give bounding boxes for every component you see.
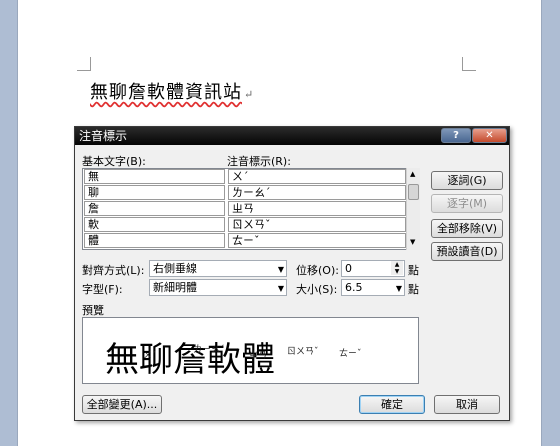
- character-button[interactable]: 逐字(M): [431, 194, 503, 213]
- base-text-field[interactable]: 詹: [84, 201, 225, 216]
- base-text-field[interactable]: 聊: [84, 185, 225, 200]
- phonetic-field[interactable]: ㄓㄢ: [228, 201, 406, 216]
- close-icon: ✕: [485, 130, 494, 141]
- phonetic-field[interactable]: ㄌㄧㄠˊ: [228, 185, 406, 200]
- table-row: 詹 ㄓㄢ: [83, 201, 409, 217]
- dialog-titlebar[interactable]: 注音標示 ? ✕: [75, 127, 509, 145]
- preview-phonetic: ㄨˊ: [143, 351, 157, 361]
- preview-phonetic: ㄖㄨㄢˇ: [287, 347, 319, 357]
- chevron-down-icon: ▼: [395, 284, 402, 293]
- crop-mark-right: [462, 57, 476, 71]
- scroll-up-icon[interactable]: ▲: [410, 170, 415, 178]
- chevron-down-icon: ▼: [277, 284, 284, 293]
- base-text-field[interactable]: 軟: [84, 217, 225, 232]
- scroll-down-icon[interactable]: ▼: [410, 238, 415, 246]
- document-text-content: 無聊詹軟體資訊站: [90, 82, 242, 103]
- alignment-select[interactable]: 右側垂線 ▼: [149, 260, 287, 277]
- close-button[interactable]: ✕: [472, 128, 507, 143]
- base-text-label: 基本文字(B):: [82, 155, 146, 168]
- font-value: 新細明體: [153, 281, 197, 294]
- preview-label: 預覽: [82, 304, 104, 317]
- base-text-field[interactable]: 體: [84, 233, 225, 248]
- font-select[interactable]: 新細明體 ▼: [149, 279, 287, 296]
- preview-phonetic: ㄌㄧㄠˊ: [193, 345, 225, 355]
- preview-box: 無聊詹軟體 ㄨˊ ㄌㄧㄠˊ ㄓㄢ ㄖㄨㄢˇ ㄊㄧˇ: [82, 317, 419, 384]
- preview-phonetic: ㄓㄢ: [249, 351, 268, 361]
- chevron-down-icon: ▼: [277, 265, 284, 274]
- dialog-title: 注音標示: [79, 129, 128, 143]
- preview-phonetic: ㄊㄧˇ: [339, 349, 362, 359]
- size-select[interactable]: 6.5 ▼: [341, 279, 405, 296]
- alignment-label: 對齊方式(L):: [82, 264, 145, 277]
- size-label: 大小(S):: [296, 283, 338, 296]
- table-row: 無 ㄨˊ: [83, 169, 409, 185]
- offset-unit: 點: [408, 264, 419, 277]
- size-unit: 點: [408, 283, 419, 296]
- help-button[interactable]: ?: [441, 128, 471, 143]
- phonetic-field[interactable]: ㄨˊ: [228, 169, 406, 184]
- scrollbar-thumb[interactable]: [408, 184, 419, 200]
- offset-label: 位移(O):: [296, 264, 339, 277]
- apply-all-button[interactable]: 全部變更(A)...: [82, 395, 162, 414]
- alignment-value: 右側垂線: [153, 262, 197, 275]
- table-row: 體 ㄊㄧˇ: [83, 233, 409, 249]
- phonetic-label: 注音標示(R):: [227, 155, 291, 168]
- crop-mark-left: [77, 57, 91, 71]
- table-row: 聊 ㄌㄧㄠˊ: [83, 185, 409, 201]
- grid-scrollbar[interactable]: ▲ ▼: [406, 168, 420, 250]
- cancel-button[interactable]: 取消: [434, 395, 500, 414]
- clear-all-button[interactable]: 全部移除(V): [431, 219, 503, 238]
- offset-stepper[interactable]: 0 ▲ ▼: [341, 260, 405, 277]
- stepper-up-icon[interactable]: ▲: [391, 261, 403, 268]
- base-text-field[interactable]: 無: [84, 169, 225, 184]
- phonetic-grid: 無 ㄨˊ 聊 ㄌㄧㄠˊ 詹 ㄓㄢ 軟 ㄖㄨㄢˇ 體 ㄊㄧˇ: [82, 168, 408, 250]
- ok-button[interactable]: 確定: [359, 395, 425, 414]
- font-label: 字型(F):: [82, 283, 123, 296]
- offset-value: 0: [345, 262, 352, 275]
- paragraph-mark-icon: ↵: [244, 88, 255, 101]
- default-reading-button[interactable]: 預設讀音(D): [431, 242, 503, 261]
- group-button[interactable]: 逐詞(G): [431, 171, 503, 190]
- phonetic-field[interactable]: ㄖㄨㄢˇ: [228, 217, 406, 232]
- help-icon: ?: [453, 130, 459, 141]
- table-row: 軟 ㄖㄨㄢˇ: [83, 217, 409, 233]
- phonetic-guide-dialog: 注音標示 ? ✕ 基本文字(B): 注音標示(R): 無 ㄨˊ 聊 ㄌㄧㄠˊ 詹…: [74, 126, 510, 421]
- size-value: 6.5: [345, 281, 363, 294]
- document-text[interactable]: 無聊詹軟體資訊站 ↵: [90, 78, 254, 104]
- stepper-down-icon[interactable]: ▼: [391, 268, 403, 275]
- phonetic-field[interactable]: ㄊㄧˇ: [228, 233, 406, 248]
